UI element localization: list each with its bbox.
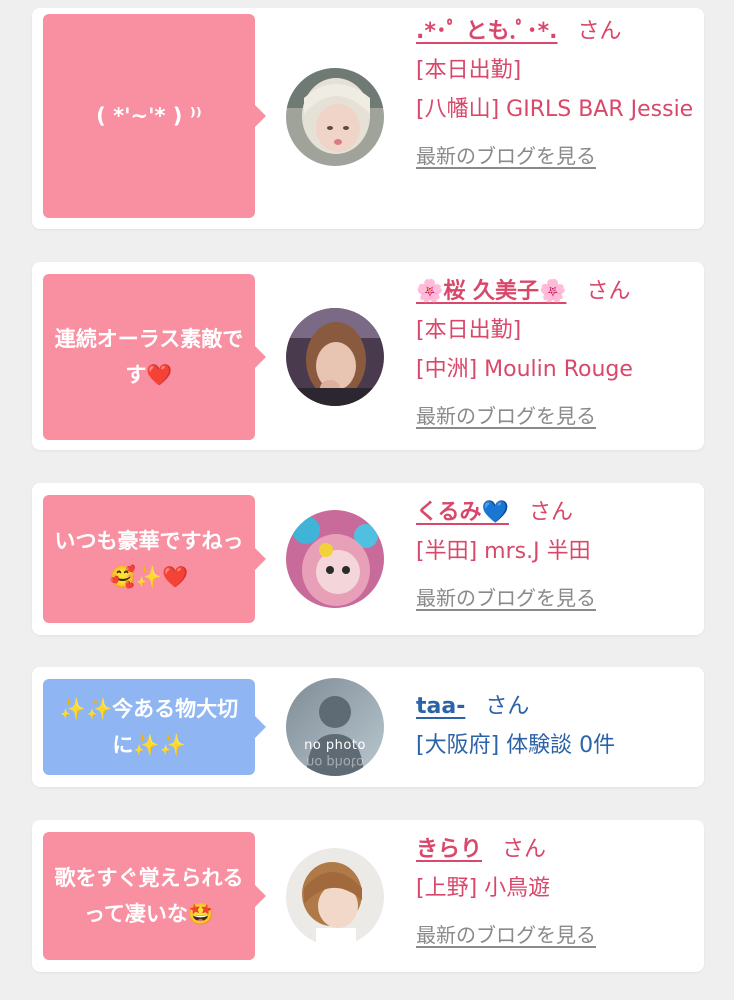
shop-info[interactable]: [上野] 小鳥遊 — [416, 869, 696, 908]
shop-info[interactable]: [八幡山] GIRLS BAR Jessie — [416, 90, 696, 129]
profile-info: きらり さん [上野] 小鳥遊 最新のブログを見る — [416, 830, 696, 955]
avatar[interactable] — [286, 68, 384, 166]
message-text: 歌をすぐ覚えられるって凄いな🤩 — [54, 866, 244, 926]
profile-info: くるみ💙 さん [半田] mrs.J 半田 最新のブログを見る — [416, 493, 696, 618]
user-name-link[interactable]: .*･ﾟ とも.ﾟ･*. — [416, 19, 558, 44]
latest-blog-link[interactable]: 最新のブログを見る — [416, 137, 596, 176]
user-name-link[interactable]: くるみ💙 — [416, 500, 509, 525]
avatar[interactable] — [286, 848, 384, 946]
avatar-photo — [286, 848, 384, 946]
avatar[interactable] — [286, 510, 384, 608]
honorific: さん — [485, 694, 530, 719]
no-photo-reflection: no photo — [306, 754, 364, 769]
message-text: 連続オーラス素敵です❤️ — [54, 327, 244, 387]
message-text: いつも豪華ですねっ🥰✨❤️ — [54, 529, 244, 589]
experience-count[interactable]: [大阪府] 体験談 0件 — [416, 726, 696, 765]
user-name-link[interactable]: きらり — [416, 837, 482, 862]
user-name-link[interactable]: 🌸桜 久美子🌸 — [416, 279, 566, 304]
avatar-photo — [286, 68, 384, 166]
profile-info: 🌸桜 久美子🌸 さん [本日出勤] [中洲] Moulin Rouge 最新のブロ… — [416, 272, 696, 436]
no-photo-label: no photo — [304, 738, 366, 753]
latest-blog-link[interactable]: 最新のブログを見る — [416, 916, 596, 955]
name-line: .*･ﾟ とも.ﾟ･*. さん — [416, 12, 696, 51]
message-text: ✨✨今ある物大切に✨✨ — [59, 697, 239, 757]
shop-status: [本日出勤] — [416, 58, 522, 83]
latest-blog-link[interactable]: 最新のブログを見る — [416, 579, 596, 618]
message-card: 歌をすぐ覚えられるって凄いな🤩 きらり さん [上野] 小鳥遊 最新のブログを見る — [32, 820, 704, 972]
name-line: きらり さん — [416, 830, 696, 869]
name-line: 🌸桜 久美子🌸 さん — [416, 272, 696, 311]
user-name-link[interactable]: taa- — [416, 694, 465, 719]
shop-status: [本日出勤] — [416, 318, 522, 343]
top-edge — [0, 0, 734, 8]
profile-info: .*･ﾟ とも.ﾟ･*. さん [本日出勤] [八幡山] GIRLS BAR Je… — [416, 12, 696, 176]
message-card: ✨✨今ある物大切に✨✨ no photo no photo taa- さん [大阪… — [32, 667, 704, 787]
avatar-photo — [286, 510, 384, 608]
message-bubble: 連続オーラス素敵です❤️ — [43, 274, 266, 440]
shop-info[interactable]: [中洲] Moulin Rouge — [416, 350, 696, 389]
name-line: taa- さん — [416, 687, 696, 726]
honorific: さん — [577, 19, 622, 44]
message-bubble: いつも豪華ですねっ🥰✨❤️ — [43, 495, 266, 623]
latest-blog-link[interactable]: 最新のブログを見る — [416, 397, 596, 436]
avatar[interactable] — [286, 308, 384, 406]
name-line: くるみ💙 さん — [416, 493, 696, 532]
message-bubble: ( *'~'* ) ⁾⁾ — [43, 14, 266, 218]
message-text: ( *'~'* ) ⁾⁾ — [96, 104, 202, 128]
avatar-photo — [286, 308, 384, 406]
message-bubble: 歌をすぐ覚えられるって凄いな🤩 — [43, 832, 266, 960]
message-bubble: ✨✨今ある物大切に✨✨ — [43, 679, 266, 775]
profile-info: taa- さん [大阪府] 体験談 0件 — [416, 687, 696, 765]
avatar[interactable]: no photo no photo — [286, 678, 384, 776]
message-card: 連続オーラス素敵です❤️ 🌸桜 久美子🌸 さん [本日出勤] [中洲] Mouli… — [32, 262, 704, 450]
honorific: さん — [586, 279, 631, 304]
message-card: いつも豪華ですねっ🥰✨❤️ くるみ💙 さん [半田] mrs.J 半田 最新のブロ… — [32, 483, 704, 635]
message-card: ( *'~'* ) ⁾⁾ .*･ﾟ とも.ﾟ･*. さん [本日出勤] [八幡山]… — [32, 8, 704, 229]
honorific: さん — [502, 837, 547, 862]
shop-info[interactable]: [半田] mrs.J 半田 — [416, 532, 696, 571]
honorific: さん — [528, 500, 573, 525]
